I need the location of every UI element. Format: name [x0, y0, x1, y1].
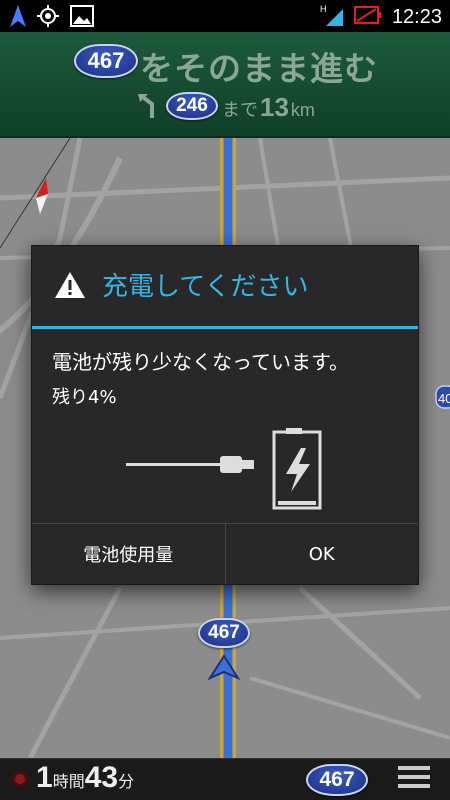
status-bar: H 12:23 — [0, 0, 450, 32]
until-label: まで — [222, 100, 258, 121]
status-time: 12:23 — [391, 5, 442, 28]
charging-illustration — [126, 426, 336, 514]
distance-value: 13 — [260, 92, 289, 122]
dialog-title: 充電してください — [102, 272, 309, 302]
current-route-shield: 467 — [306, 764, 368, 796]
battery-charging-icon — [272, 428, 322, 510]
route-shield-467: 467 — [74, 44, 138, 78]
eta-hours: 1 — [36, 761, 53, 794]
gps-icon — [36, 4, 60, 32]
turn-left-arrow-icon — [136, 92, 158, 122]
charging-cable-icon — [126, 456, 254, 473]
warning-icon — [54, 271, 86, 303]
instruction-text: をそのまま進む — [140, 49, 378, 88]
map-route-shield: 467 — [198, 618, 250, 648]
eta-hours-label: 時間 — [52, 772, 85, 791]
charge-dialog: 充電してください 電池が残り少なくなっています。 残り4% 電池使用量 OK — [32, 246, 418, 584]
battery-low-icon — [353, 5, 382, 29]
ok-button[interactable]: OK — [224, 524, 419, 584]
eta-minutes-label: 分 — [118, 772, 135, 791]
dialog-message: 電池が残り少なくなっています。 — [52, 350, 349, 374]
battery-remaining-text: 残り4% — [52, 387, 117, 408]
network-type-label: H — [320, 4, 327, 14]
route-shield-246: 246 — [166, 92, 218, 120]
eta-display[interactable]: 1 時間 43 分 — [36, 761, 134, 795]
dialog-divider — [32, 326, 418, 329]
image-icon — [70, 5, 94, 31]
record-indicator-icon — [12, 771, 28, 787]
battery-level-fill — [278, 501, 316, 505]
map-side-route-label: 40 — [438, 391, 450, 406]
dialog-title-row: 充電してください — [32, 246, 418, 326]
signal-icon: H — [320, 3, 344, 31]
hamburger-menu-icon — [398, 765, 430, 793]
eta-minutes: 43 — [84, 761, 119, 794]
distance-info: まで 13 km — [222, 92, 315, 123]
battery-usage-button[interactable]: 電池使用量 — [32, 524, 225, 584]
menu-button[interactable] — [378, 758, 450, 800]
signal-bars — [325, 9, 343, 26]
distance-unit: km — [290, 100, 315, 120]
navigation-arrow-icon — [10, 5, 26, 31]
dialog-button-row: 電池使用量 OK — [32, 523, 418, 584]
